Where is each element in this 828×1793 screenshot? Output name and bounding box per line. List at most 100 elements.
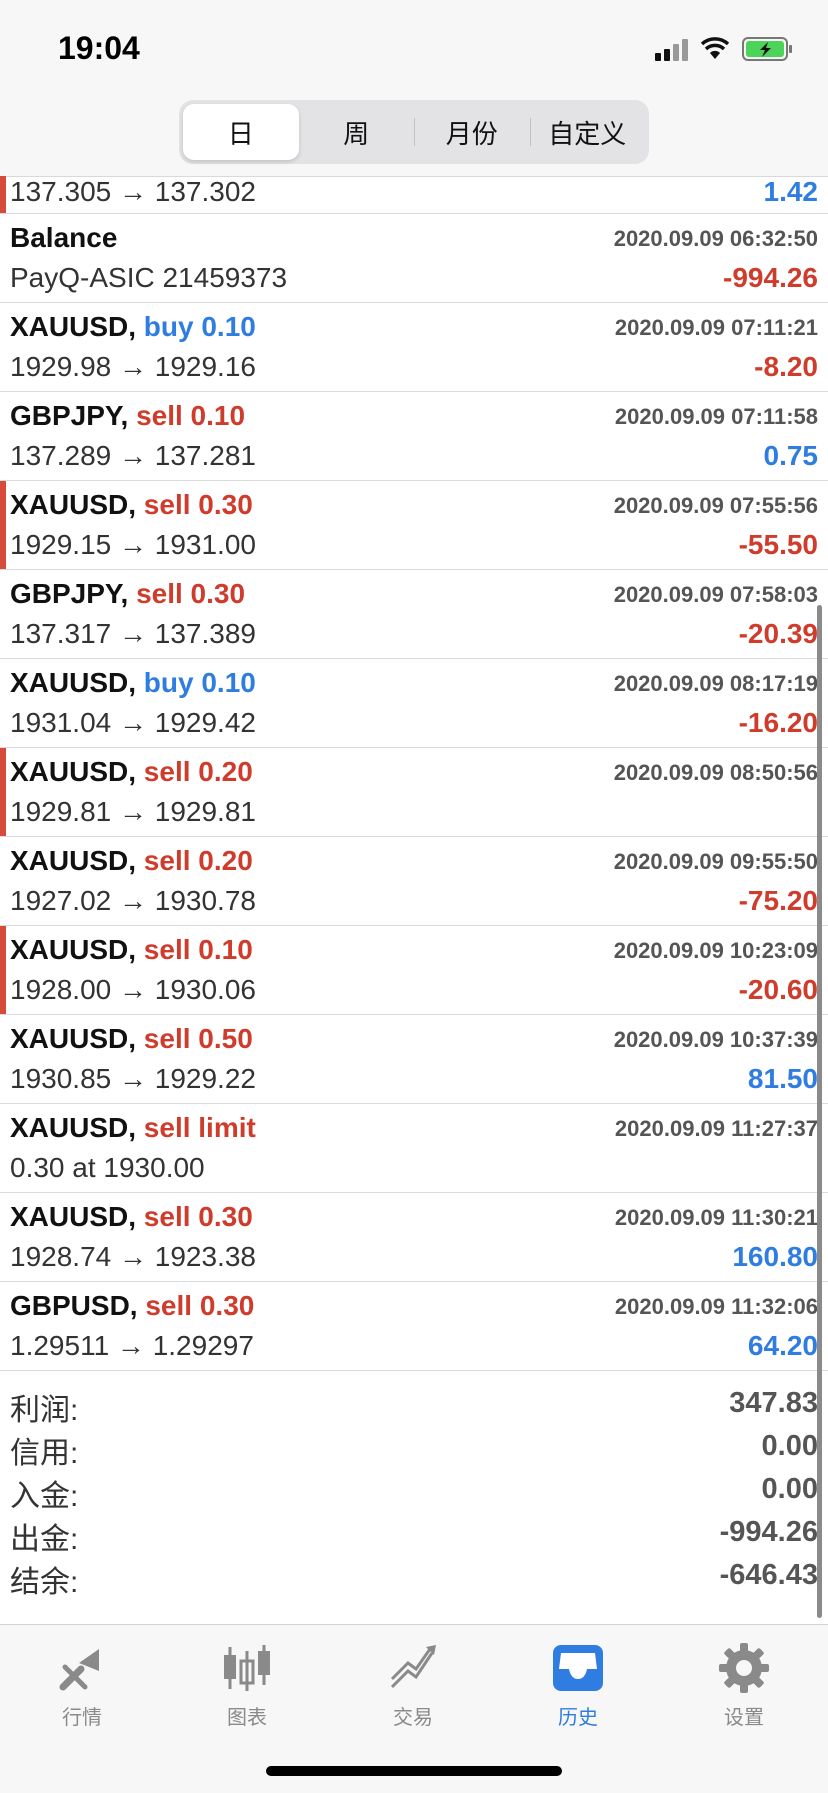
profit-amount: 64.20 <box>747 1330 818 1361</box>
trade-action: sell 0.30 <box>143 1201 253 1232</box>
summary-label: 利润: <box>10 1394 79 1427</box>
summary-label: 结余: <box>10 1566 79 1599</box>
list-item[interactable]: XAUUSD, buy 0.10 2020.09.09 07:11:21 1929.… <box>0 303 828 392</box>
list-item[interactable]: GBPJPY, sell 0.10 2020.09.09 07:11:58 137.… <box>0 392 828 481</box>
trade-action: sell 0.30 <box>143 489 253 520</box>
trade-time: 2020.09.09 11:27:37 <box>614 1116 818 1141</box>
list-item[interactable]: XAUUSD, sell 0.10 2020.09.09 10:23:09 1928… <box>0 926 828 1015</box>
trade-title: GBPUSD, sell 0.30 <box>10 1290 254 1322</box>
symbol-label: XAUUSD, <box>10 934 137 965</box>
summary-value: 0.00 <box>761 1430 818 1462</box>
trade-time: 2020.09.09 11:32:06 <box>614 1294 818 1319</box>
profit-amount: -20.39 <box>738 618 818 649</box>
price-range: 1.29511 → 1.29297 <box>10 1330 254 1361</box>
trade-time: 2020.09.09 08:17:19 <box>613 671 818 696</box>
trade-title: GBPJPY, sell 0.30 <box>10 578 245 610</box>
list-item[interactable]: Balance 2020.09.09 06:32:50 PayQ-ASIC 2145… <box>0 214 828 303</box>
trade-action: sell 0.30 <box>145 1290 255 1321</box>
list-item[interactable]: XAUUSD, sell 0.20 2020.09.09 09:55:50 1927… <box>0 837 828 926</box>
tab-label: 行情 <box>62 1707 102 1729</box>
position-marker <box>0 481 6 569</box>
trade-action: sell 0.10 <box>136 400 246 431</box>
price-range: 1928.00 → 1930.06 <box>10 974 256 1005</box>
tab-trade[interactable]: 交易 <box>353 1641 473 1730</box>
segment-custom[interactable]: 自定义 <box>529 104 646 160</box>
list-item[interactable]: XAUUSD, sell 0.20 2020.09.09 08:50:56 1929… <box>0 748 828 837</box>
summary-row: 利润: 347.83 <box>0 1385 828 1428</box>
trade-title: XAUUSD, sell 0.50 <box>10 1023 253 1055</box>
cellular-signal-icon <box>655 37 688 61</box>
symbol-label: XAUUSD, <box>10 756 137 787</box>
summary-section: 利润: 347.83 信用: 0.00 入金: 0.00 出金: -994.26 结余: -646… <box>0 1385 828 1600</box>
trade-time: 2020.09.09 09:55:50 <box>613 849 818 874</box>
trade-time: 2020.09.09 06:32:50 <box>613 226 818 251</box>
tab-label: 图表 <box>227 1707 267 1729</box>
summary-row: 结余: -646.43 <box>0 1557 828 1600</box>
list-item[interactable]: GBPUSD, sell 0.30 2020.09.09 11:32:06 1.29… <box>0 1282 828 1371</box>
symbol-label: GBPJPY, <box>10 578 129 609</box>
list-item[interactable]: 137.305 → 137.302 1.42 <box>0 176 828 214</box>
list-item[interactable]: XAUUSD, buy 0.10 2020.09.09 08:17:19 1931.… <box>0 659 828 748</box>
trade-icon <box>386 1641 440 1695</box>
scrollbar[interactable] <box>817 605 822 1618</box>
segment-week[interactable]: 周 <box>299 104 415 160</box>
summary-row: 出金: -994.26 <box>0 1514 828 1557</box>
list-item[interactable]: XAUUSD, sell 0.30 2020.09.09 11:30:21 1928… <box>0 1193 828 1282</box>
trade-time: 2020.09.09 07:11:21 <box>614 315 818 340</box>
tab-chart[interactable]: 图表 <box>187 1641 307 1730</box>
position-marker <box>0 176 6 213</box>
price-range: PayQ-ASIC 21459373 <box>10 262 288 293</box>
trade-title: GBPJPY, sell 0.10 <box>10 400 245 432</box>
trade-time: 2020.09.09 07:11:58 <box>614 404 818 429</box>
summary-label: 出金: <box>10 1523 79 1556</box>
symbol-label: XAUUSD, <box>10 1201 137 1232</box>
summary-value: -994.26 <box>719 1516 818 1548</box>
trade-title: XAUUSD, sell 0.20 <box>10 756 253 788</box>
price-range: 1927.02 → 1930.78 <box>10 885 256 916</box>
status-icons <box>655 34 794 64</box>
summary-row: 信用: 0.00 <box>0 1428 828 1471</box>
trade-title: XAUUSD, sell limit <box>10 1112 256 1144</box>
summary-value: 347.83 <box>729 1387 818 1419</box>
chart-icon <box>220 1641 274 1695</box>
profit-amount: -55.50 <box>738 529 818 560</box>
home-indicator[interactable] <box>266 1766 562 1776</box>
tab-label: 历史 <box>558 1707 598 1729</box>
list-item[interactable]: GBPJPY, sell 0.30 2020.09.09 07:58:03 137.… <box>0 570 828 659</box>
trade-title: XAUUSD, sell 0.20 <box>10 845 253 877</box>
price-range: 1929.81 → 1929.81 <box>10 796 256 827</box>
tab-label: 设置 <box>724 1707 764 1729</box>
list-item[interactable]: XAUUSD, sell 0.50 2020.09.09 10:37:39 1930… <box>0 1015 828 1104</box>
profit-amount: -8.20 <box>754 351 818 382</box>
tab-settings[interactable]: 设置 <box>684 1641 804 1730</box>
symbol-label: Balance <box>10 222 118 253</box>
trade-time: 2020.09.09 07:58:03 <box>613 582 818 607</box>
trade-title: Balance <box>10 222 117 254</box>
settings-icon <box>717 1641 771 1695</box>
segment-day[interactable]: 日 <box>183 104 299 160</box>
profit-amount: -994.26 <box>723 262 818 293</box>
summary-label: 入金: <box>10 1480 79 1513</box>
trade-action: sell 0.20 <box>143 756 253 787</box>
quotes-icon <box>55 1641 109 1695</box>
segment-month[interactable]: 月份 <box>414 104 530 160</box>
symbol-label: XAUUSD, <box>10 667 137 698</box>
list-item[interactable]: XAUUSD, sell limit 2020.09.09 11:27:37 0.3… <box>0 1104 828 1193</box>
price-range: 1931.04 → 1929.42 <box>10 707 256 738</box>
period-segmented-control: 日 周 月份 自定义 <box>179 100 649 164</box>
trade-title: XAUUSD, buy 0.10 <box>10 667 256 699</box>
symbol-label: GBPUSD, <box>10 1290 138 1321</box>
position-marker <box>0 748 6 836</box>
tab-quotes[interactable]: 行情 <box>22 1641 142 1730</box>
profit-amount: 1.42 <box>763 176 819 207</box>
price-range: 137.305 → 137.302 <box>10 176 256 207</box>
trade-time: 2020.09.09 10:37:39 <box>613 1027 818 1052</box>
profit-amount: 160.80 <box>732 1241 818 1272</box>
symbol-label: XAUUSD, <box>10 1112 137 1143</box>
battery-charging-icon <box>742 36 794 62</box>
list-item[interactable]: XAUUSD, sell 0.30 2020.09.09 07:55:56 1929… <box>0 481 828 570</box>
price-range: 1930.85 → 1929.22 <box>10 1063 256 1094</box>
tab-history[interactable]: 历史 <box>518 1641 638 1730</box>
summary-value: 0.00 <box>761 1473 818 1505</box>
history-icon <box>551 1641 605 1695</box>
